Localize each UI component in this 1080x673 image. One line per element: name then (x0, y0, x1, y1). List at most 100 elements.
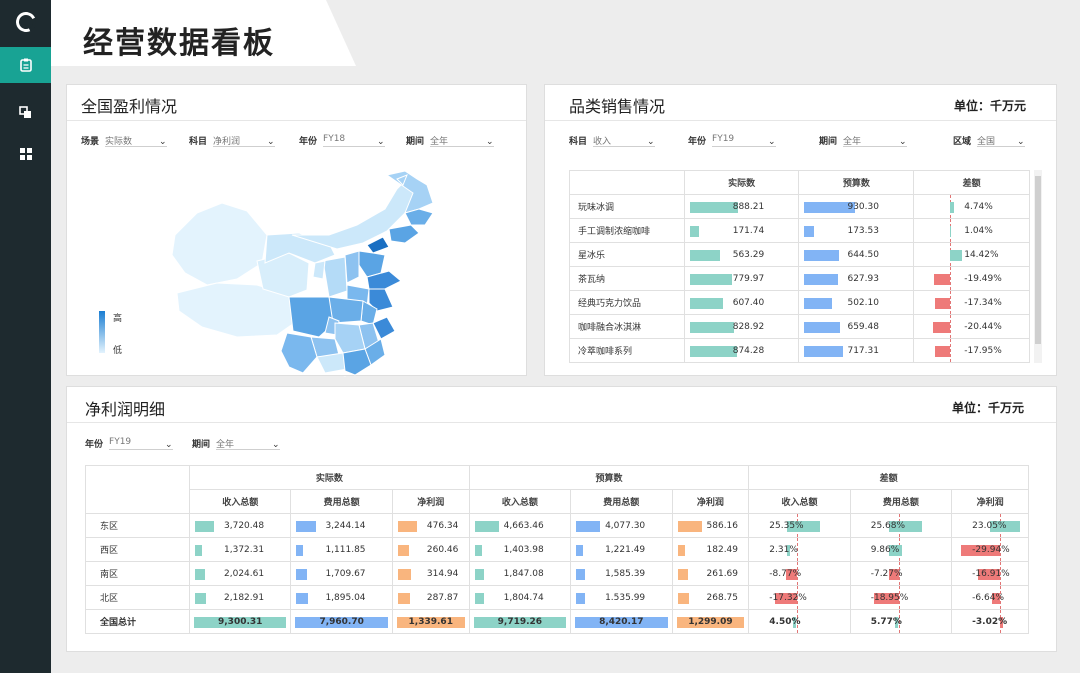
bar (576, 521, 601, 532)
map-region-guangdong (342, 348, 372, 376)
filter-region[interactable]: 区域 全国 ⌄ (953, 133, 1026, 147)
value-cell: 888.21 (683, 194, 800, 219)
diff-text: -17.34% (964, 297, 1002, 308)
table-row: 经典巧克力饮品 607.40 502.10 -17.34% (569, 290, 1030, 315)
value-text: 1,299.09 (688, 616, 733, 627)
value-cell: -7.27% (849, 561, 953, 586)
value-text: 268.75 (706, 592, 739, 603)
clipboard-icon[interactable] (0, 47, 51, 83)
value-text: 182.49 (706, 544, 739, 555)
value-cell: 1,221.49 (570, 537, 673, 562)
value-text: 1,221.49 (605, 544, 646, 555)
diff-text: 5.77% (870, 616, 902, 627)
diff-text: -7.27% (870, 568, 903, 579)
value-text: 314.94 (426, 568, 459, 579)
bar (804, 298, 832, 309)
value-text: 779.97 (732, 273, 765, 284)
value-cell: -3.02% (951, 609, 1029, 634)
value-text: 607.40 (732, 297, 765, 308)
bar (296, 545, 303, 556)
value-cell: 874.28 (683, 338, 800, 363)
row-label-text: 玩味冰调 (578, 203, 615, 213)
table-row: 西区 1,372.31 1,111.85 260.46 1,403.98 1,221.49… (85, 537, 1029, 562)
diff-text: -18.95% (870, 592, 909, 603)
scrollbar-thumb[interactable] (1035, 176, 1041, 344)
value-cell: -8.77% (748, 561, 851, 586)
diff-bar (932, 322, 951, 333)
copy-icon[interactable] (0, 94, 51, 130)
grid-icon[interactable] (0, 136, 51, 172)
value-cell: 717.31 (798, 338, 915, 363)
diff-bar (950, 226, 952, 237)
bar (689, 346, 737, 357)
diff-bar (935, 298, 951, 309)
bar (474, 569, 485, 580)
value-cell: 1,709.67 (290, 561, 393, 586)
logo-icon[interactable] (0, 0, 51, 44)
value-cell: -16.91% (951, 561, 1029, 586)
value-cell: 5.77% (849, 609, 953, 634)
row-label-text: 东区 (100, 522, 119, 532)
net-profit-table: 实际数 预算数 差额 收入总额 费用总额 净利润 收入总额 费用总额 净利润 收入总额 费用总… (85, 465, 1029, 634)
row-label: 玩味冰调 (569, 194, 685, 219)
value-text: 627.93 (847, 273, 879, 284)
panel-title: 净利润明细 (85, 400, 166, 419)
value-cell: 502.10 (798, 290, 915, 315)
value-text: 659.48 (847, 321, 879, 332)
value-cell: -17.32% (748, 585, 851, 610)
value-cell: 1.535.99 (570, 585, 673, 610)
diff-text: 25.68% (870, 520, 906, 531)
value-cell: 25.68% (849, 513, 953, 538)
scrollbar[interactable] (1034, 170, 1042, 363)
filter-period[interactable]: 期间 全年 ⌄ (192, 436, 281, 450)
value-cell: 779.97 (683, 266, 800, 291)
filter-year[interactable]: 年份 FY19 ⌄ (85, 436, 174, 450)
value-cell: 1,847.08 (468, 561, 572, 586)
col-header: 差额 (913, 170, 1030, 195)
bar (677, 569, 689, 580)
table-row: 手工调制浓缩咖啡 171.74 173.53 1.04% (569, 218, 1030, 243)
col-header: 费用总额 (290, 489, 393, 514)
value-cell: 23.05% (951, 513, 1029, 538)
filter-subject[interactable]: 科目 收入 ⌄ (569, 133, 656, 147)
table-row: 冷萃咖啡系列 874.28 717.31 -17.95% (569, 338, 1030, 363)
diff-text: 1.04% (964, 225, 993, 236)
value-text: 171.74 (732, 225, 765, 236)
row-label: 冷萃咖啡系列 (569, 338, 685, 363)
diff-text: 25.35% (769, 520, 804, 531)
unit-label: 单位：千万元 (953, 99, 1026, 113)
col-header: 费用总额 (570, 489, 673, 514)
filter-period[interactable]: 期间 全年 ⌄ (819, 133, 908, 147)
bar (474, 593, 484, 604)
value-cell: 930.30 (798, 194, 915, 219)
value-cell: 1,403.98 (468, 537, 572, 562)
bar (677, 593, 689, 604)
value-cell: 828.92 (683, 314, 800, 339)
value-text: 3,244.14 (325, 520, 366, 531)
value-cell: 268.75 (671, 585, 750, 610)
page-title: 经营数据看板 (83, 26, 275, 61)
value-cell: 476.34 (391, 513, 470, 538)
row-label: 咖啡融合冰淇淋 (569, 314, 685, 339)
value-text: 930.30 (847, 201, 879, 212)
value-cell: 4,077.30 (570, 513, 673, 538)
value-text: 1,339.61 (408, 616, 453, 627)
bar (576, 545, 584, 556)
bar (397, 569, 411, 580)
legend-high: 高 (113, 314, 123, 324)
value-text: 9,719.26 (497, 616, 543, 627)
value-text: 1,804.74 (503, 592, 544, 603)
filter-year[interactable]: 年份 FY19 ⌄ (688, 133, 777, 147)
value-text: 1,847.08 (503, 568, 544, 579)
row-label: 全国总计 (85, 609, 190, 634)
value-cell: 1,299.09 (671, 609, 750, 634)
diff-cell: 14.42% (913, 242, 1030, 267)
table-row: 咖啡融合冰淇淋 828.92 659.48 -20.44% (569, 314, 1030, 339)
diff-text: -20.44% (964, 321, 1002, 332)
value-cell: 173.53 (798, 218, 915, 243)
map-region-yunnan (280, 332, 318, 374)
value-text: 287.87 (426, 592, 459, 603)
bar (804, 226, 814, 237)
table-row: 东区 3,720.48 3,244.14 476.34 4,663.46 4,077.30… (85, 513, 1029, 538)
value-cell: 171.74 (683, 218, 800, 243)
